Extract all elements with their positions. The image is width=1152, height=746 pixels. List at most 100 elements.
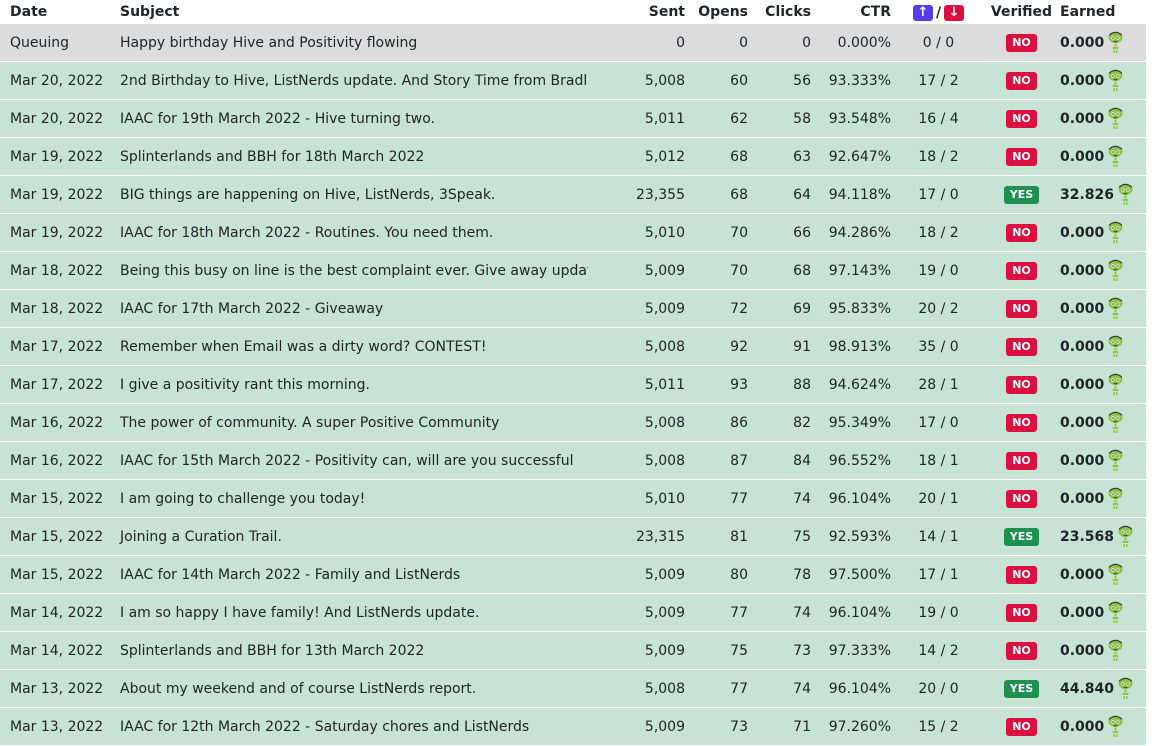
verified-badge: NO — [1006, 489, 1037, 508]
cell-date: Mar 20, 2022 — [0, 61, 117, 100]
cell-sent: 5,008 — [588, 61, 685, 100]
cell-votes: 17 / 2 — [891, 61, 986, 100]
cell-ctr: 96.104% — [811, 479, 891, 518]
table-row[interactable]: Mar 17, 2022 I give a positivity rant thi… — [0, 365, 1146, 404]
header-clicks[interactable]: Clicks — [748, 0, 811, 24]
header-opens[interactable]: Opens — [685, 0, 748, 24]
zombie-mascot-icon — [1107, 107, 1124, 131]
table-row[interactable]: Mar 19, 2022 IAAC for 18th March 2022 - R… — [0, 213, 1146, 252]
table-row[interactable]: Mar 20, 2022 2nd Birthday to Hive, ListNe… — [0, 61, 1146, 100]
cell-subject[interactable]: 2nd Birthday to Hive, ListNerds update. … — [117, 61, 588, 100]
cell-earned: 0.000 — [1057, 24, 1146, 62]
cell-votes: 35 / 0 — [891, 327, 986, 366]
cell-subject[interactable]: About my weekend and of course ListNerds… — [117, 669, 588, 708]
cell-opens: 86 — [685, 403, 748, 442]
cell-votes: 18 / 2 — [891, 137, 986, 176]
cell-clicks: 78 — [748, 555, 811, 594]
cell-earned: 0.000 — [1057, 137, 1146, 176]
cell-subject[interactable]: IAAC for 18th March 2022 - Routines. You… — [117, 213, 588, 252]
table-row[interactable]: Mar 16, 2022 IAAC for 15th March 2022 - P… — [0, 441, 1146, 480]
cell-opens: 77 — [685, 479, 748, 518]
cell-earned: 0.000 — [1057, 593, 1146, 632]
header-verified[interactable]: Verified — [986, 0, 1057, 24]
cell-subject[interactable]: Splinterlands and BBH for 18th March 202… — [117, 137, 588, 176]
table-row[interactable]: Mar 17, 2022 Remember when Email was a di… — [0, 327, 1146, 366]
table-row[interactable]: Mar 20, 2022 IAAC for 19th March 2022 - H… — [0, 99, 1146, 138]
cell-clicks: 82 — [748, 403, 811, 442]
verified-badge: NO — [1006, 147, 1037, 166]
cell-verified: NO — [986, 479, 1057, 518]
table-row[interactable]: Mar 19, 2022 BIG things are happening on … — [0, 175, 1146, 214]
table-row[interactable]: Mar 15, 2022 Joining a Curation Trail. 23,… — [0, 517, 1146, 556]
cell-subject[interactable]: BIG things are happening on Hive, ListNe… — [117, 175, 588, 214]
earned-value: 0.000 — [1060, 148, 1105, 165]
cell-verified: NO — [986, 403, 1057, 442]
cell-votes: 20 / 0 — [891, 669, 986, 708]
cell-subject[interactable]: IAAC for 15th March 2022 - Positivity ca… — [117, 441, 588, 480]
cell-subject[interactable]: Being this busy on line is the best comp… — [117, 251, 588, 290]
cell-verified: NO — [986, 441, 1057, 480]
cell-clicks: 69 — [748, 289, 811, 328]
table-row[interactable]: Mar 14, 2022 Splinterlands and BBH for 13… — [0, 631, 1146, 670]
cell-subject[interactable]: IAAC for 12th March 2022 - Saturday chor… — [117, 707, 588, 746]
cell-opens: 68 — [685, 175, 748, 214]
header-votes[interactable]: ↑ / ↓ — [891, 0, 986, 24]
cell-clicks: 74 — [748, 479, 811, 518]
table-row[interactable]: Mar 15, 2022 IAAC for 14th March 2022 - F… — [0, 555, 1146, 594]
table-row[interactable]: Mar 16, 2022 The power of community. A su… — [0, 403, 1146, 442]
cell-subject[interactable]: I am going to challenge you today! — [117, 479, 588, 518]
table-row[interactable]: Mar 14, 2022 I am so happy I have family!… — [0, 593, 1146, 632]
table-row[interactable]: Mar 15, 2022 I am going to challenge you … — [0, 479, 1146, 518]
header-sent[interactable]: Sent — [588, 0, 685, 24]
cell-clicks: 74 — [748, 669, 811, 708]
cell-subject[interactable]: IAAC for 14th March 2022 - Family and Li… — [117, 555, 588, 594]
earned-value: 44.840 — [1060, 680, 1115, 697]
table-row[interactable]: Mar 18, 2022 IAAC for 17th March 2022 - G… — [0, 289, 1146, 328]
cell-subject[interactable]: I am so happy I have family! And ListNer… — [117, 593, 588, 632]
zombie-mascot-icon — [1107, 31, 1124, 55]
cell-sent: 5,009 — [588, 251, 685, 290]
verified-badge: YES — [1003, 185, 1040, 204]
cell-verified: NO — [986, 707, 1057, 746]
cell-subject[interactable]: I give a positivity rant this morning. — [117, 365, 588, 404]
cell-date: Mar 15, 2022 — [0, 517, 117, 556]
header-earned[interactable]: Earned — [1057, 0, 1146, 24]
earned-value: 32.826 — [1060, 186, 1115, 203]
cell-date: Mar 19, 2022 — [0, 213, 117, 252]
cell-earned: 0.000 — [1057, 707, 1146, 746]
table-row[interactable]: Mar 13, 2022 IAAC for 12th March 2022 - S… — [0, 707, 1146, 746]
cell-ctr: 96.104% — [811, 669, 891, 708]
cell-clicks: 71 — [748, 707, 811, 746]
cell-votes: 15 / 2 — [891, 707, 986, 746]
table-row[interactable]: Mar 13, 2022 About my weekend and of cour… — [0, 669, 1146, 708]
cell-subject[interactable]: The power of community. A super Positive… — [117, 403, 588, 442]
zombie-mascot-icon — [1107, 563, 1124, 587]
cell-subject[interactable]: Happy birthday Hive and Positivity flowi… — [117, 24, 588, 62]
earned-value: 0.000 — [1060, 224, 1105, 241]
cell-ctr: 98.913% — [811, 327, 891, 366]
header-ctr[interactable]: CTR — [811, 0, 891, 24]
cell-date: Mar 16, 2022 — [0, 441, 117, 480]
table-row[interactable]: Queuing Happy birthday Hive and Positivit… — [0, 24, 1146, 62]
cell-date: Mar 17, 2022 — [0, 365, 117, 404]
cell-subject[interactable]: IAAC for 17th March 2022 - Giveaway — [117, 289, 588, 328]
zombie-mascot-icon — [1107, 373, 1124, 397]
header-subject[interactable]: Subject — [117, 0, 588, 24]
cell-earned: 0.000 — [1057, 99, 1146, 138]
cell-opens: 73 — [685, 707, 748, 746]
cell-subject[interactable]: IAAC for 19th March 2022 - Hive turning … — [117, 99, 588, 138]
cell-verified: NO — [986, 365, 1057, 404]
header-date[interactable]: Date — [0, 0, 117, 24]
cell-verified: YES — [986, 175, 1057, 214]
cell-subject[interactable]: Splinterlands and BBH for 13th March 202… — [117, 631, 588, 670]
earned-value: 0.000 — [1060, 642, 1105, 659]
table-row[interactable]: Mar 18, 2022 Being this busy on line is t… — [0, 251, 1146, 290]
cell-ctr: 95.349% — [811, 403, 891, 442]
cell-subject[interactable]: Remember when Email was a dirty word? CO… — [117, 327, 588, 366]
cell-clicks: 68 — [748, 251, 811, 290]
table-row[interactable]: Mar 19, 2022 Splinterlands and BBH for 18… — [0, 137, 1146, 176]
cell-sent: 5,011 — [588, 365, 685, 404]
cell-sent: 5,011 — [588, 99, 685, 138]
earned-value: 0.000 — [1060, 490, 1105, 507]
cell-subject[interactable]: Joining a Curation Trail. — [117, 517, 588, 556]
